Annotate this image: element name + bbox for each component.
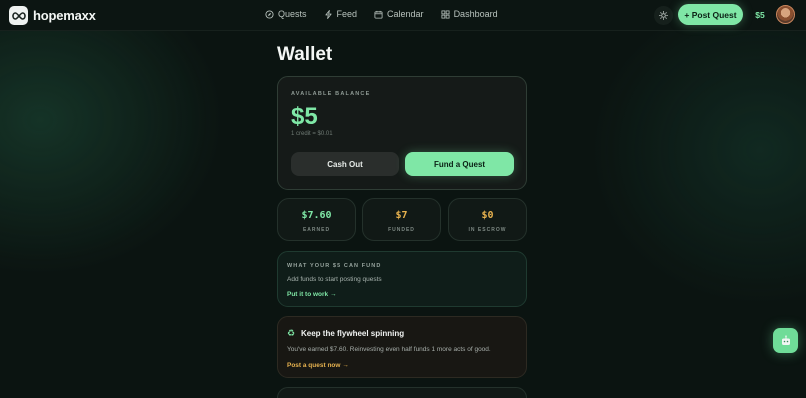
nav-item-label: Feed	[336, 9, 358, 19]
fund-card-text: Add funds to start posting quests	[287, 276, 382, 283]
cash-out-button[interactable]: Cash Out	[291, 152, 399, 176]
credit-balance-badge[interactable]: $5	[750, 6, 770, 24]
nav-item-label: Calendar	[387, 9, 424, 19]
stat-value: $0	[481, 210, 494, 221]
post-quest-button[interactable]: + Post Quest	[678, 4, 743, 25]
nav-item-dashboard[interactable]: Dashboard	[441, 9, 498, 19]
nav-item-quests[interactable]: Quests	[265, 9, 307, 19]
stat-label: IN ESCROW	[468, 227, 507, 233]
stat-value: $7.60	[301, 210, 332, 221]
fund-card-title: WHAT YOUR $5 CAN FUND	[287, 263, 382, 269]
bolt-icon	[324, 9, 332, 19]
next-card	[277, 387, 527, 398]
nav-item-label: Quests	[278, 9, 307, 19]
stat-funded: $7 FUNDED	[362, 198, 441, 241]
infinity-icon	[9, 6, 28, 25]
recycle-icon: ♻	[287, 328, 296, 338]
nav-item-feed[interactable]: Feed	[324, 9, 358, 19]
calendar-icon	[374, 10, 383, 19]
page-title: Wallet	[277, 44, 333, 65]
credit-rate: 1 credit = $0.01	[291, 131, 333, 137]
flywheel-title: Keep the flywheel spinning	[301, 329, 405, 338]
fund-info-card: WHAT YOUR $5 CAN FUND Add funds to start…	[277, 251, 527, 307]
stat-label: FUNDED	[388, 227, 415, 233]
top-navbar: hopemaxx Quests Feed Calendar Dashboard	[0, 0, 806, 31]
fund-quest-button[interactable]: Fund a Quest	[405, 152, 514, 176]
balance-label: AVAILABLE BALANCE	[291, 91, 371, 97]
sun-icon	[659, 11, 668, 20]
nav-item-label: Dashboard	[453, 9, 498, 19]
balance-card: AVAILABLE BALANCE $5 1 credit = $0.01 Ca…	[277, 76, 527, 190]
stat-escrow: $0 IN ESCROW	[448, 198, 527, 241]
avatar[interactable]	[776, 5, 795, 24]
post-quest-now-link[interactable]: Post a quest now →	[287, 362, 349, 369]
brand[interactable]: hopemaxx	[9, 6, 96, 25]
brand-name: hopemaxx	[33, 8, 96, 23]
theme-toggle-button[interactable]	[654, 6, 673, 25]
stat-earned: $7.60 EARNED	[277, 198, 356, 241]
balance-amount: $5	[291, 103, 318, 130]
grid-icon	[441, 9, 450, 19]
robot-icon	[781, 334, 790, 345]
compass-icon	[265, 9, 274, 19]
nav-item-calendar[interactable]: Calendar	[374, 9, 424, 19]
main-nav: Quests Feed Calendar Dashboard	[265, 9, 498, 19]
put-it-to-work-link[interactable]: Put it to work →	[287, 291, 336, 298]
stat-value: $7	[395, 210, 408, 221]
stat-label: EARNED	[302, 227, 331, 233]
floating-action-button[interactable]	[773, 328, 798, 353]
flywheel-card: ♻ Keep the flywheel spinning You've earn…	[277, 316, 527, 378]
flywheel-text: You've earned $7.60. Reinvesting even ha…	[287, 346, 491, 353]
